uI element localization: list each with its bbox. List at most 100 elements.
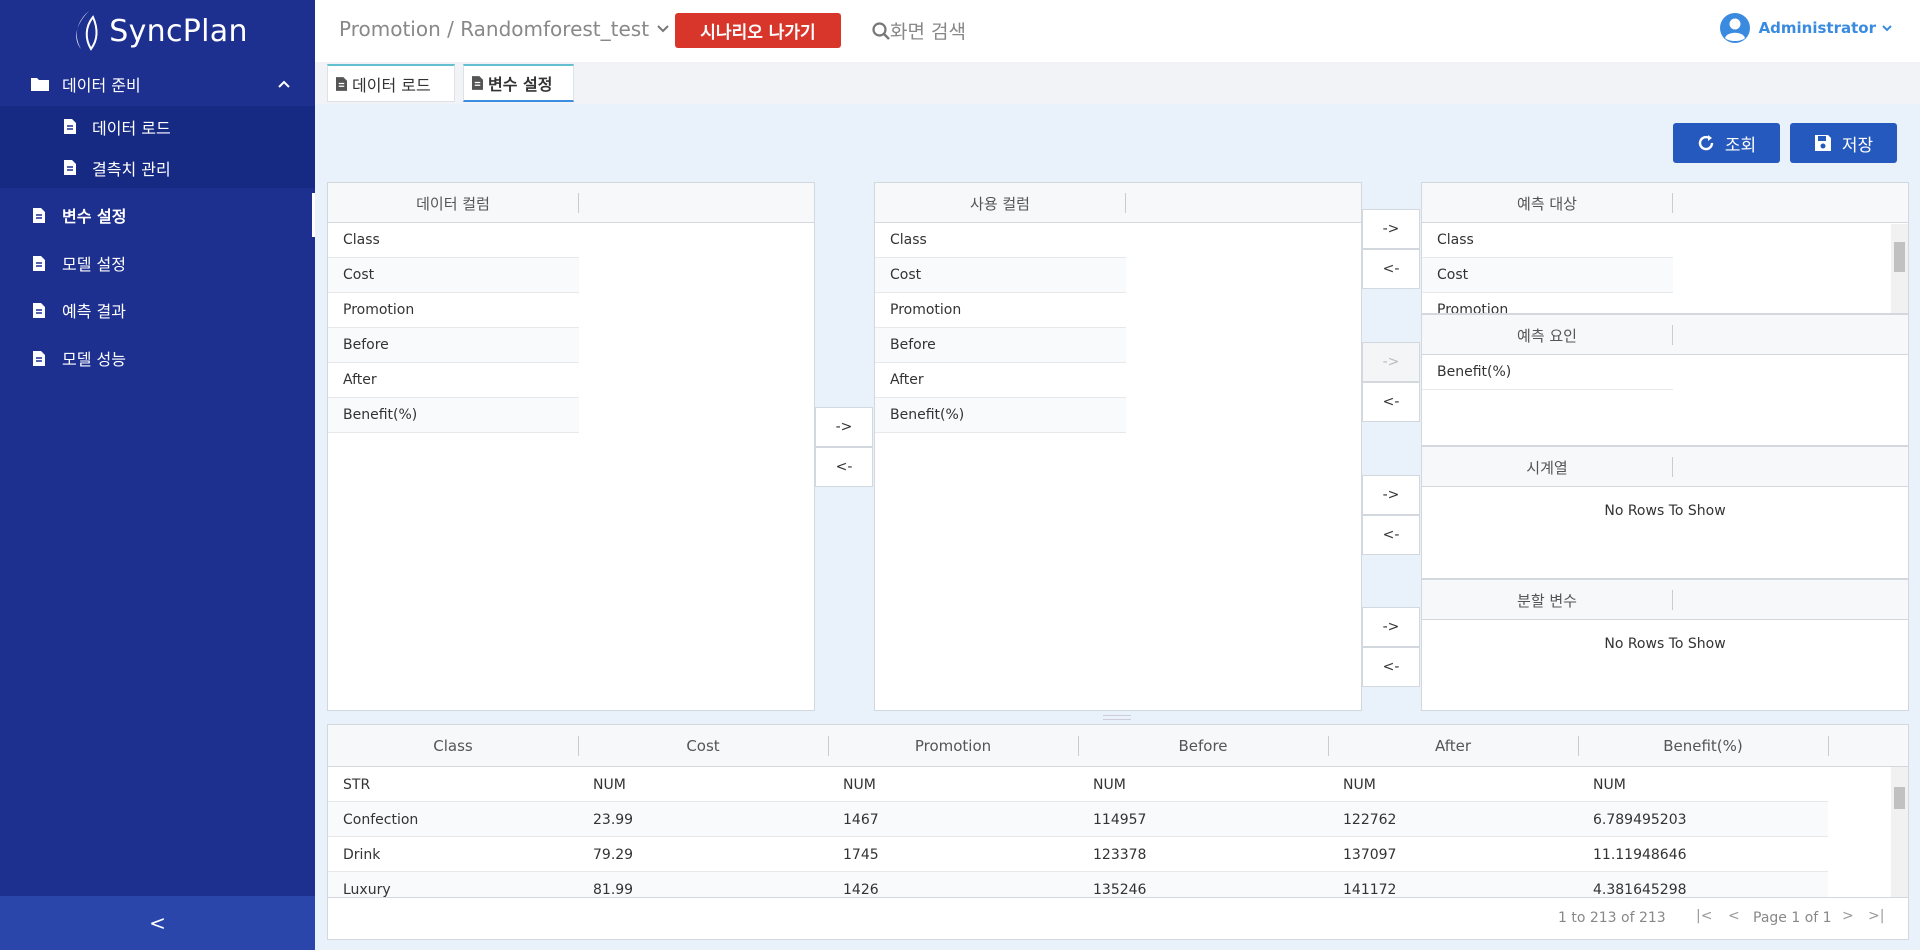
header-divider <box>1672 325 1673 345</box>
move-to-timeseries-button[interactable]: -> <box>1362 475 1420 515</box>
scrollbar-thumb[interactable] <box>1894 787 1905 809</box>
chevron-left-icon: < <box>149 911 166 935</box>
table-cell: 4.381645298 <box>1593 881 1687 898</box>
save-label: 저장 <box>1841 135 1874 156</box>
table-cell: NUM <box>1093 776 1126 793</box>
grid-pagination: 1 to 213 of 213 |< < Page 1 of 1 > >| <box>328 897 1908 939</box>
scrollbar[interactable] <box>1891 224 1908 313</box>
file-icon <box>33 255 45 271</box>
panel-header: 시계열 <box>1422 447 1908 487</box>
query-button[interactable]: 조회 <box>1673 123 1780 163</box>
move-right-button[interactable]: -> <box>815 407 873 447</box>
table-cell: 11.11948646 <box>1593 846 1687 863</box>
column-header[interactable]: Benefit(%) <box>1578 725 1828 767</box>
save-icon <box>1814 135 1831 151</box>
table-cell: 123378 <box>1093 846 1147 863</box>
list-item[interactable]: After <box>328 363 579 398</box>
column-header[interactable]: Promotion <box>828 725 1078 767</box>
user-menu[interactable]: Administrator <box>1719 12 1892 44</box>
table-row[interactable]: Luxury 81.99 1426 135246 141172 4.381645… <box>328 872 1828 897</box>
column-header[interactable]: Class <box>328 725 578 767</box>
list-item[interactable]: Class <box>875 223 1126 258</box>
table-row[interactable]: Confection 23.99 1467 114957 122762 6.78… <box>328 802 1828 837</box>
breadcrumb[interactable]: Promotion / Randomforest_test <box>339 17 669 41</box>
sidebar-item-model-settings[interactable]: 모델 설정 <box>0 241 315 285</box>
panel-header: 분할 변수 <box>1422 580 1908 620</box>
topbar: Promotion / Randomforest_test 시나리오 나가기 화… <box>315 0 1920 62</box>
list-item[interactable]: Promotion <box>875 293 1126 328</box>
sidebar-subitem-data-load[interactable]: 데이터 로드 <box>0 106 315 147</box>
table-cell: Confection <box>343 811 419 828</box>
target-panel: 예측 대상 Class Cost Promotion <box>1421 182 1909 314</box>
tab-data-load[interactable]: 데이터 로드 <box>327 64 455 102</box>
list-item[interactable]: Cost <box>328 258 579 293</box>
timeseries-panel: 시계열 No Rows To Show <box>1421 446 1909 579</box>
list-item[interactable]: Benefit(%) <box>328 398 579 433</box>
sidebar-submenu: 데이터 로드 결측치 관리 <box>0 106 315 188</box>
table-cell: NUM <box>593 776 626 793</box>
scrollbar-thumb[interactable] <box>1894 242 1905 272</box>
table-cell: 79.29 <box>593 846 634 863</box>
prev-page-icon[interactable]: < <box>1728 908 1740 924</box>
screen-search[interactable]: 화면 검색 <box>872 17 966 44</box>
sidebar: SyncPlan 데이터 준비 데이터 로드 결측치 관리 변수 설정 모델 설… <box>0 0 315 950</box>
active-indicator <box>312 193 315 237</box>
resize-handle[interactable] <box>1103 715 1131 720</box>
first-page-icon[interactable]: |< <box>1696 908 1712 924</box>
list-item[interactable]: Benefit(%) <box>1422 355 1673 390</box>
list-item[interactable]: Promotion <box>328 293 579 328</box>
list-item[interactable]: Promotion <box>1422 293 1673 313</box>
column-header[interactable]: Before <box>1078 725 1328 767</box>
sidebar-collapse-button[interactable]: < <box>0 896 315 950</box>
file-icon <box>33 207 45 223</box>
list-item[interactable]: Class <box>1422 223 1673 258</box>
file-icon <box>336 76 347 91</box>
sidebar-item-prediction-results[interactable]: 예측 결과 <box>0 288 315 332</box>
grid-scrollbar[interactable] <box>1891 767 1908 897</box>
remove-from-split-button[interactable]: <- <box>1362 647 1420 687</box>
logo-icon <box>76 11 98 51</box>
table-row[interactable]: STR NUM NUM NUM NUM NUM <box>328 767 1828 802</box>
column-header[interactable]: Cost <box>578 725 828 767</box>
list-item[interactable]: Cost <box>875 258 1126 293</box>
sidebar-item-model-performance[interactable]: 모델 성능 <box>0 336 315 380</box>
row-summary: 1 to 213 of 213 <box>1558 910 1666 926</box>
tab-variable-settings[interactable]: 변수 설정 <box>463 64 574 102</box>
exit-scenario-button[interactable]: 시나리오 나가기 <box>675 13 841 48</box>
table-cell: Luxury <box>343 881 391 898</box>
list-item[interactable]: After <box>875 363 1126 398</box>
sidebar-subitem-label: 데이터 로드 <box>92 118 171 138</box>
table-cell: NUM <box>1593 776 1626 793</box>
remove-from-target-button[interactable]: <- <box>1362 249 1420 289</box>
table-cell: 1745 <box>843 846 879 863</box>
chevron-up-icon <box>278 80 290 88</box>
last-page-icon[interactable]: >| <box>1868 908 1884 924</box>
list-item[interactable]: Benefit(%) <box>875 398 1126 433</box>
list-item[interactable]: Cost <box>1422 258 1673 293</box>
list-item[interactable]: Before <box>328 328 579 363</box>
next-page-icon[interactable]: > <box>1842 908 1854 924</box>
move-left-button[interactable]: <- <box>815 447 873 487</box>
sidebar-item-variable-settings[interactable]: 변수 설정 <box>0 193 315 237</box>
sidebar-group-data-prep[interactable]: 데이터 준비 <box>0 62 315 106</box>
split-panel: 분할 변수 No Rows To Show <box>1421 579 1909 711</box>
move-to-factors-button[interactable]: -> <box>1362 342 1420 382</box>
remove-from-factors-button[interactable]: <- <box>1362 382 1420 422</box>
sidebar-subitem-missing[interactable]: 결측치 관리 <box>0 147 315 188</box>
use-columns-panel: 사용 컬럼 Class Cost Promotion Before After … <box>874 182 1362 711</box>
sidebar-group-label: 데이터 준비 <box>62 76 141 95</box>
page-label: Page 1 of 1 <box>1753 910 1832 926</box>
table-cell: 114957 <box>1093 811 1147 828</box>
empty-message: No Rows To Show <box>1604 503 1726 519</box>
move-to-split-button[interactable]: -> <box>1362 607 1420 647</box>
table-row[interactable]: Drink 79.29 1745 123378 137097 11.119486… <box>328 837 1828 872</box>
logo[interactable]: SyncPlan <box>0 0 315 62</box>
list-item[interactable]: Before <box>875 328 1126 363</box>
remove-from-timeseries-button[interactable]: <- <box>1362 515 1420 555</box>
table-cell: 135246 <box>1093 881 1147 898</box>
column-header[interactable]: After <box>1328 725 1578 767</box>
save-button[interactable]: 저장 <box>1790 123 1897 163</box>
sidebar-item-label: 예측 결과 <box>62 302 126 321</box>
list-item[interactable]: Class <box>328 223 579 258</box>
move-to-target-button[interactable]: -> <box>1362 209 1420 249</box>
